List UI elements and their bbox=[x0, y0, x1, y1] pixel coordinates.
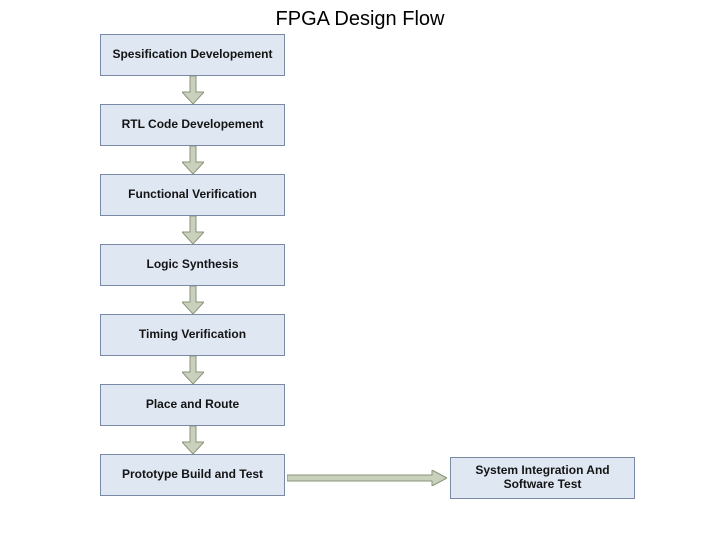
step-label: Spesification Developement bbox=[112, 48, 272, 62]
flow-column: Spesification Developement RTL Code Deve… bbox=[100, 34, 285, 496]
arrow-down-icon bbox=[100, 146, 285, 174]
step-functional-verification: Functional Verification bbox=[100, 174, 285, 216]
step-label: Timing Verification bbox=[139, 328, 246, 342]
arrow-down-icon bbox=[100, 286, 285, 314]
step-label: Functional Verification bbox=[128, 188, 257, 202]
step-label: Logic Synthesis bbox=[146, 258, 238, 272]
step-label: RTL Code Developement bbox=[122, 118, 264, 132]
step-logic-synthesis: Logic Synthesis bbox=[100, 244, 285, 286]
step-prototype: Prototype Build and Test bbox=[100, 454, 285, 496]
step-label: Prototype Build and Test bbox=[122, 468, 263, 482]
step-system-integration: System Integration And Software Test bbox=[450, 457, 635, 499]
step-rtl: RTL Code Developement bbox=[100, 104, 285, 146]
diagram-title: FPGA Design Flow bbox=[0, 8, 720, 31]
step-specification: Spesification Developement bbox=[100, 34, 285, 76]
step-place-route: Place and Route bbox=[100, 384, 285, 426]
arrow-right-icon bbox=[287, 470, 447, 486]
arrow-down-icon bbox=[100, 216, 285, 244]
step-label: System Integration And Software Test bbox=[451, 464, 634, 492]
arrow-down-icon bbox=[100, 426, 285, 454]
arrow-down-icon bbox=[100, 76, 285, 104]
step-label: Place and Route bbox=[146, 398, 239, 412]
arrow-down-icon bbox=[100, 356, 285, 384]
step-timing-verification: Timing Verification bbox=[100, 314, 285, 356]
